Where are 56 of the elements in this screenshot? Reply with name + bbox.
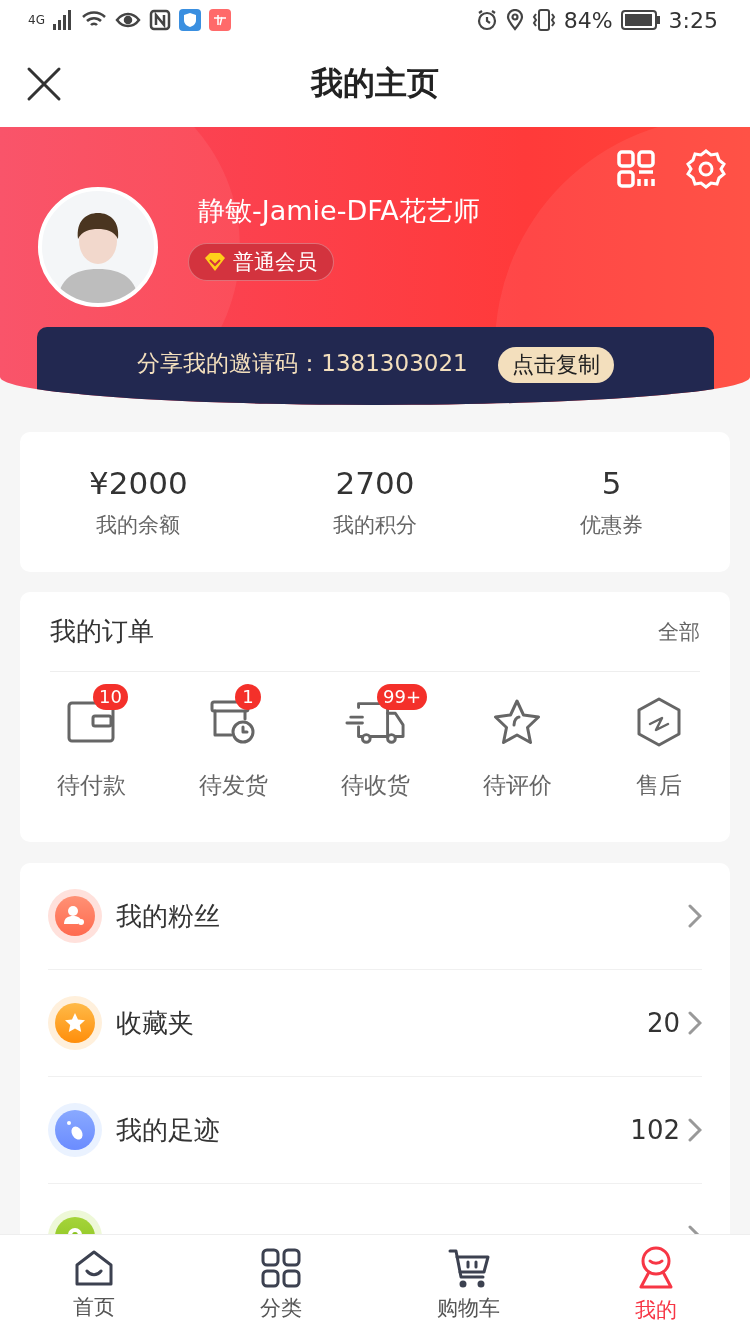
stat-label: 我的积分 — [333, 512, 417, 539]
cart-icon — [447, 1247, 490, 1288]
order-status-button[interactable]: 售后 — [588, 680, 730, 801]
view-all-link[interactable]: 全部 — [658, 617, 700, 646]
star-icon — [492, 698, 542, 746]
menu-item[interactable]: 收藏夹 20 — [48, 970, 702, 1077]
signal-icon — [52, 10, 73, 30]
service-icon — [636, 697, 682, 747]
stat-value: 5 — [601, 465, 622, 501]
tab-item[interactable]: 购物车 — [375, 1235, 563, 1334]
page-title: 我的主页 — [311, 62, 439, 104]
order-status-button[interactable]: 1 待发货 — [162, 680, 304, 801]
battery-percent: 84% — [563, 7, 613, 33]
menu-item[interactable]: 我的粉丝 — [48, 863, 702, 970]
eye-icon — [114, 11, 141, 29]
alarm-icon — [475, 9, 498, 31]
shield-icon — [178, 9, 201, 31]
app-icon — [208, 9, 231, 31]
count-badge: 10 — [93, 684, 128, 710]
tab-item[interactable]: 我的 — [562, 1235, 750, 1334]
menu-item[interactable]: 我的足迹 102 — [48, 1077, 702, 1184]
qr-code-button[interactable] — [616, 149, 656, 189]
user-name: 静敏-Jamie-DFA花艺师 — [197, 194, 480, 228]
wallet-icon — [67, 701, 115, 743]
menu-label: 我的粉丝 — [116, 899, 221, 933]
tab-item[interactable]: 分类 — [187, 1235, 375, 1334]
vibrate-icon — [531, 9, 556, 31]
section-title: 我的订单 — [50, 615, 154, 648]
menu-label: 收藏夹 — [116, 1006, 195, 1040]
fans-icon — [48, 889, 102, 943]
settings-button[interactable] — [686, 149, 726, 189]
menu-count: 20 — [646, 1008, 680, 1038]
clock-time: 3:25 — [668, 7, 718, 33]
battery-icon — [620, 10, 661, 30]
copy-button[interactable]: 点击复制 — [497, 347, 614, 383]
order-status-button[interactable]: 待评价 — [446, 680, 588, 801]
order-status-button[interactable]: 10 待付款 — [20, 680, 162, 801]
count-badge: 99+ — [377, 684, 427, 710]
menu-count: 102 — [630, 1115, 680, 1145]
diamond-icon — [203, 251, 227, 273]
stat-value: 2700 — [335, 465, 415, 501]
stat-label: 优惠券 — [580, 512, 644, 539]
stat-value: ¥2000 — [89, 465, 188, 501]
member-level: 普通会员 — [233, 249, 317, 276]
tab-item[interactable]: 首页 — [0, 1235, 188, 1334]
order-status-button[interactable]: 99+ 待收货 — [304, 680, 446, 801]
nfc-icon — [148, 9, 171, 31]
location-icon — [505, 9, 524, 31]
footprint-icon — [48, 1103, 102, 1157]
network-label: 4G — [28, 13, 45, 27]
grid-icon — [261, 1247, 302, 1288]
menu-label: 我的足迹 — [116, 1113, 221, 1147]
invite-code: 分享我的邀请码：1381303021 — [137, 349, 468, 378]
home-icon — [73, 1248, 114, 1287]
stat-label: 我的余额 — [96, 512, 181, 539]
count-badge: 1 — [235, 684, 261, 710]
